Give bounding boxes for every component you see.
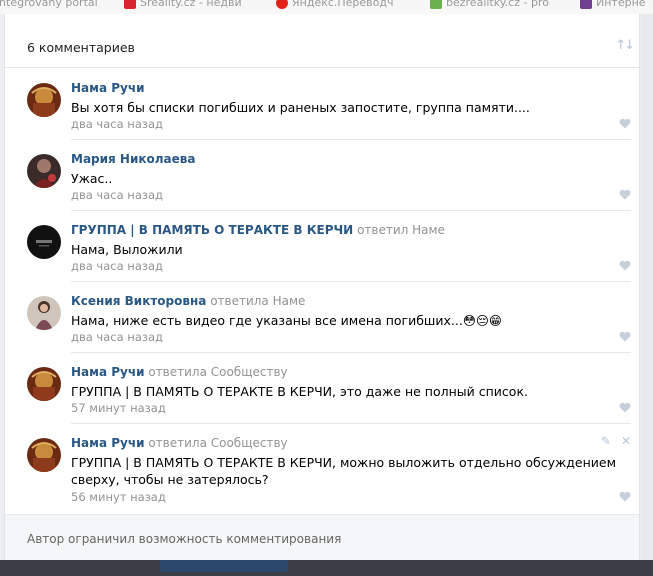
comment-item: Нама Ручи Вы хотя бы списки погибших и р… (5, 69, 639, 140)
comment-time[interactable]: два часа назад (71, 117, 163, 131)
comment-author-line: ГРУППА | В ПАМЯТЬ О ТЕРАКТЕ В КЕРЧИ отве… (71, 223, 445, 237)
bookmark-item[interactable]: integrovany portal (0, 0, 98, 9)
like-heart-icon[interactable] (619, 118, 631, 129)
author-link[interactable]: Нама Ручи (71, 81, 145, 95)
comment-time[interactable]: два часа назад (71, 330, 163, 344)
avatar[interactable] (27, 367, 61, 401)
bookmark-item[interactable]: bezrealitky.cz - pro (430, 0, 549, 9)
avatar[interactable] (27, 154, 61, 188)
avatar[interactable] (27, 438, 61, 472)
avatar[interactable] (27, 83, 61, 117)
like-heart-icon[interactable] (619, 402, 631, 413)
bookmark-label: Sreality.cz - недви (140, 0, 242, 9)
bookmark-label: bezrealitky.cz - pro (446, 0, 549, 9)
bookmark-b-icon (580, 0, 592, 9)
edit-pencil-icon[interactable]: ✎ (601, 434, 611, 448)
avatar-group-image (27, 225, 61, 259)
comment-time[interactable]: два часа назад (71, 188, 163, 202)
bookmark-label: Интерне (596, 0, 646, 9)
avatar[interactable] (27, 296, 61, 330)
bookmark-item[interactable]: Sreality.cz - недви (124, 0, 242, 9)
reply-to-link[interactable]: ответила Сообществу (148, 365, 287, 379)
close-icon[interactable]: ✕ (621, 434, 631, 448)
bookmark-item[interactable]: Яндекс.Переводч (276, 0, 394, 9)
comment-author-line: Мария Николаева (71, 152, 195, 166)
comment-author-line: Ксения Викторовна ответила Наме (71, 294, 305, 308)
page-scroll-area (641, 14, 653, 560)
like-heart-icon[interactable] (619, 260, 631, 271)
comment-text: ГРУППА | В ПАМЯТЬ О ТЕРАКТЕ В КЕРЧИ, это… (71, 384, 528, 399)
comment-actions: ✎ ✕ (601, 434, 631, 448)
author-link[interactable]: Нама Ручи (71, 436, 145, 450)
reply-to-link[interactable]: ответила Сообществу (148, 436, 287, 450)
comment-text: Нама, ниже есть видео где указаны все им… (71, 312, 626, 329)
comment-item: Нама Ручи ответила Сообществу ГРУППА | В… (5, 353, 639, 424)
bezrealitky-icon (430, 0, 442, 9)
comment-item: Нама Ручи ответила Сообществу ✎ ✕ ГРУППА… (5, 424, 639, 513)
avatar[interactable] (27, 225, 61, 259)
sreality-icon (124, 0, 136, 9)
bookmark-label: Яндекс.Переводч (292, 0, 394, 9)
reply-to-link[interactable]: ответила Наме (210, 294, 305, 308)
partial-button[interactable] (160, 560, 288, 572)
comment-item: Мария Николаева Ужас.. два часа назад (5, 140, 639, 211)
avatar-nama-image (27, 83, 61, 117)
like-heart-icon[interactable] (619, 189, 631, 200)
comments-footer: Автор ограничил возможность комментирова… (5, 514, 639, 560)
comment-item: Ксения Викторовна ответила Наме Нама, ни… (5, 282, 639, 353)
yandex-icon (276, 0, 288, 9)
comment-time[interactable]: 57 минут назад (71, 401, 166, 415)
comment-time[interactable]: 56 минут назад (71, 490, 166, 504)
like-heart-icon[interactable] (619, 491, 631, 502)
page-background-strip (0, 560, 653, 576)
comment-text: Ужас.. (71, 171, 113, 186)
comments-panel: 6 комментариев ↑↓ Нама Ручи Вы хотя бы с… (4, 14, 640, 560)
comment-author-line: Нама Ручи (71, 81, 145, 95)
author-link[interactable]: Ксения Викторовна (71, 294, 206, 308)
comment-text-body: Нама, ниже есть видео где указаны все им… (71, 313, 463, 328)
like-heart-icon[interactable] (619, 331, 631, 342)
comments-header: 6 комментариев ↑↓ (5, 14, 639, 68)
author-link[interactable]: ГРУППА | В ПАМЯТЬ О ТЕРАКТЕ В КЕРЧИ (71, 223, 353, 237)
author-link[interactable]: Мария Николаева (71, 152, 195, 166)
bookmark-item[interactable]: Интерне (580, 0, 646, 9)
emoji-group: 😳😔😁 (462, 313, 502, 328)
comment-text: Нама, Выложили (71, 242, 183, 257)
bookmarks-bar: integrovany portal Sreality.cz - недви Я… (0, 0, 653, 14)
comment-item: ГРУППА | В ПАМЯТЬ О ТЕРАКТЕ В КЕРЧИ отве… (5, 211, 639, 282)
comment-time[interactable]: два часа назад (71, 259, 163, 273)
comment-text: Вы хотя бы списки погибших и раненых зап… (71, 100, 530, 115)
reply-to-link[interactable]: ответил Наме (357, 223, 445, 237)
sort-arrows-icon[interactable]: ↑↓ (615, 38, 635, 53)
avatar-nama-image (27, 367, 61, 401)
avatar-ksenia-image (27, 296, 61, 330)
author-link[interactable]: Нама Ручи (71, 365, 145, 379)
avatar-maria-image (27, 154, 61, 188)
comments-count: 6 комментариев (27, 40, 135, 55)
comment-author-line: Нама Ручи ответила Сообществу (71, 436, 288, 450)
comments-restricted-notice: Автор ограничил возможность комментирова… (27, 532, 342, 546)
comment-text: ГРУППА | В ПАМЯТЬ О ТЕРАКТЕ В КЕРЧИ, мож… (71, 455, 617, 487)
comment-author-line: Нама Ручи ответила Сообществу (71, 365, 288, 379)
avatar-nama-image (27, 438, 61, 472)
bookmark-label: integrovany portal (0, 0, 98, 9)
